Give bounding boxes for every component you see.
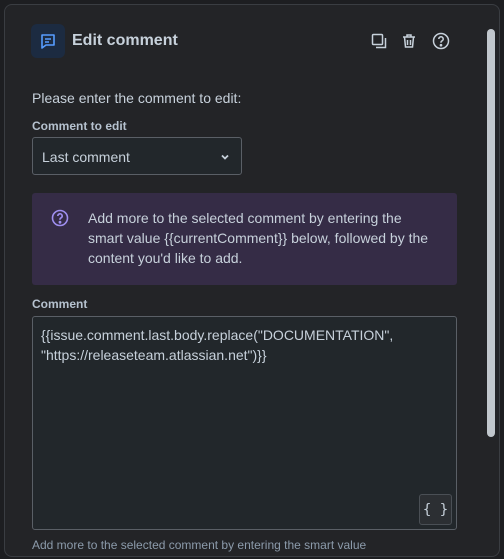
smart-value-button-label: { } xyxy=(422,501,449,518)
chevron-down-icon xyxy=(219,150,231,168)
panel-title: Edit comment xyxy=(72,32,178,49)
comment-textarea[interactable]: {{issue.comment.last.body.replace("DOCUM… xyxy=(32,316,457,530)
question-circle-icon xyxy=(51,209,69,232)
intro-text: Please enter the comment to edit: xyxy=(32,90,242,106)
help-icon[interactable] xyxy=(431,31,451,51)
comment-label: Comment xyxy=(32,297,88,311)
trash-icon[interactable] xyxy=(399,31,419,51)
edit-comment-panel: Edit comment Please enter the comment to… xyxy=(4,4,500,557)
panel-header: Edit comment xyxy=(31,24,459,62)
info-panel-text: Add more to the selected comment by ente… xyxy=(88,210,429,266)
smart-value-button[interactable]: { } xyxy=(419,494,452,525)
info-panel: Add more to the selected comment by ente… xyxy=(32,193,457,285)
helper-text: Add more to the selected comment by ente… xyxy=(32,538,367,552)
comment-to-edit-value: Last comment xyxy=(42,149,130,165)
scrollbar-thumb[interactable] xyxy=(487,29,495,437)
comment-to-edit-select[interactable]: Last comment xyxy=(32,137,242,175)
comment-to-edit-label: Comment to edit xyxy=(32,119,127,133)
comment-icon xyxy=(31,24,65,58)
duplicate-icon[interactable] xyxy=(369,31,389,51)
scrollbar[interactable] xyxy=(487,29,495,551)
comment-textarea-value: {{issue.comment.last.body.replace("DOCUM… xyxy=(41,327,398,363)
